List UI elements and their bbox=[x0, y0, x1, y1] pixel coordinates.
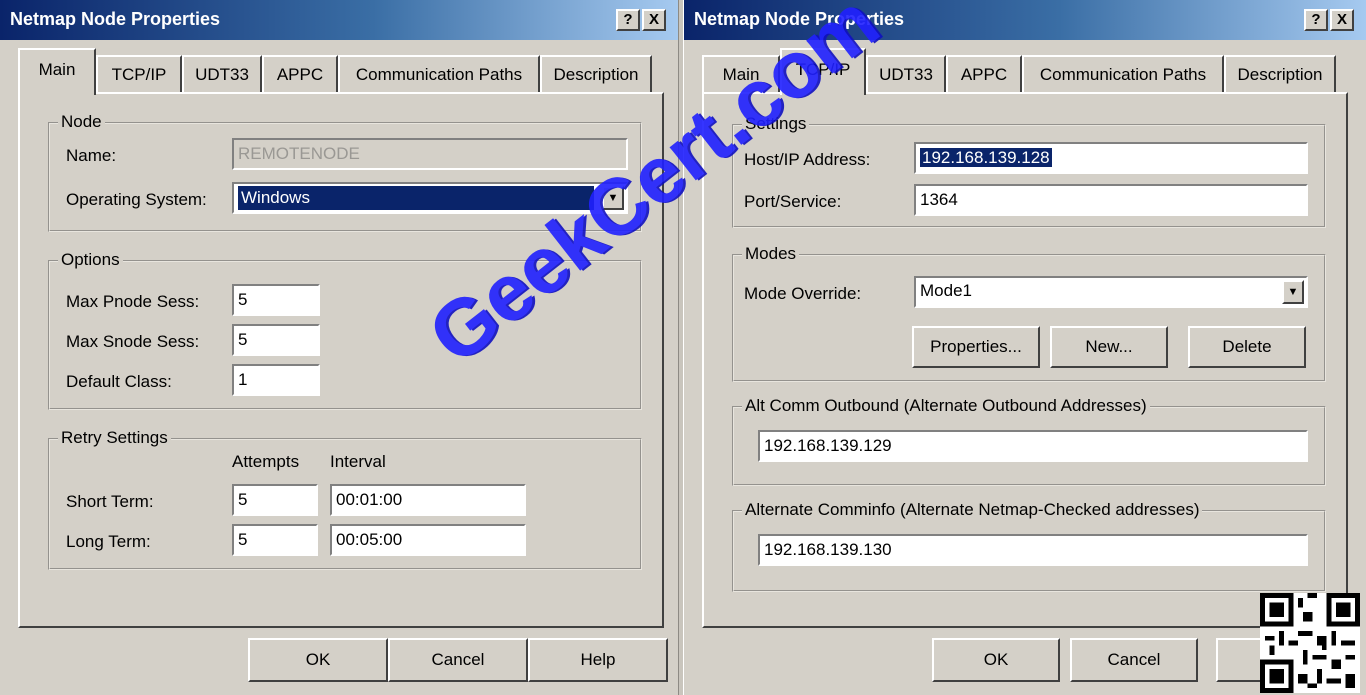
chevron-down-icon[interactable]: ▼ bbox=[1282, 280, 1304, 304]
host-ip-field[interactable]: 192.168.139.128 bbox=[914, 142, 1308, 174]
tab-udt33[interactable]: UDT33 bbox=[182, 55, 262, 93]
retry-settings-group: Retry Settings Attempts Interval Short T… bbox=[48, 428, 642, 570]
tab-udt33[interactable]: UDT33 bbox=[866, 55, 946, 93]
right-dialog: Netmap Node Properties ? X Main TCP/IP U… bbox=[684, 0, 1366, 695]
alt-comm-outbound-group: Alt Comm Outbound (Alternate Outbound Ad… bbox=[732, 396, 1326, 486]
long-interval-field[interactable]: 00:05:00 bbox=[330, 524, 526, 556]
long-term-label: Long Term: bbox=[66, 532, 151, 551]
options-group-label: Options bbox=[58, 250, 123, 270]
title-bar: Netmap Node Properties ? X bbox=[0, 0, 678, 40]
attempts-header: Attempts bbox=[232, 452, 300, 471]
dialog-title: Netmap Node Properties bbox=[10, 9, 221, 29]
chevron-down-icon[interactable]: ▼ bbox=[602, 186, 624, 210]
long-attempts-field[interactable]: 5 bbox=[232, 524, 318, 556]
modes-group-label: Modes bbox=[742, 244, 800, 264]
retry-group-label: Retry Settings bbox=[58, 428, 171, 448]
max-snode-field[interactable]: 5 bbox=[232, 324, 320, 356]
cancel-button[interactable]: Cancel bbox=[1070, 638, 1198, 682]
tab-panel-tcp-ip: Settings Host/IP Address: 192.168.139.12… bbox=[702, 92, 1348, 628]
delete-button[interactable]: Delete bbox=[1188, 326, 1306, 368]
tab-communication-paths[interactable]: Communication Paths bbox=[338, 55, 540, 93]
tab-tcp-ip[interactable]: TCP/IP bbox=[96, 55, 182, 93]
default-class-field[interactable]: 1 bbox=[232, 364, 320, 396]
dialog-title: Netmap Node Properties bbox=[694, 9, 905, 29]
max-pnode-label: Max Pnode Sess: bbox=[66, 292, 200, 311]
settings-group-label: Settings bbox=[742, 114, 810, 134]
alt-comminfo-group-label: Alternate Comminfo (Alternate Netmap-Che… bbox=[742, 500, 1203, 520]
help-button[interactable]: Help bbox=[528, 638, 668, 682]
settings-group: Settings Host/IP Address: 192.168.139.12… bbox=[732, 114, 1326, 228]
alternate-comminfo-group: Alternate Comminfo (Alternate Netmap-Che… bbox=[732, 500, 1326, 592]
short-attempts-field[interactable]: 5 bbox=[232, 484, 318, 516]
node-group-label: Node bbox=[58, 112, 105, 132]
tab-appc[interactable]: APPC bbox=[262, 55, 338, 93]
os-label: Operating System: bbox=[66, 190, 207, 209]
name-field[interactable]: REMOTENODE bbox=[232, 138, 628, 170]
title-bar: Netmap Node Properties ? X bbox=[684, 0, 1366, 40]
host-label: Host/IP Address: bbox=[744, 150, 871, 169]
help-title-button[interactable]: ? bbox=[1304, 9, 1328, 31]
short-interval-field[interactable]: 00:01:00 bbox=[330, 484, 526, 516]
alt-comm-outbound-field[interactable]: 192.168.139.129 bbox=[758, 430, 1308, 462]
alternate-comminfo-field[interactable]: 192.168.139.130 bbox=[758, 534, 1308, 566]
qr-code-icon bbox=[1260, 593, 1360, 693]
port-label: Port/Service: bbox=[744, 192, 842, 211]
host-ip-value: 192.168.139.128 bbox=[920, 148, 1052, 167]
cancel-button[interactable]: Cancel bbox=[388, 638, 528, 682]
short-term-label: Short Term: bbox=[66, 492, 154, 511]
tab-communication-paths[interactable]: Communication Paths bbox=[1022, 55, 1224, 93]
left-dialog: Netmap Node Properties ? X Main TCP/IP U… bbox=[0, 0, 678, 695]
tab-description[interactable]: Description bbox=[1224, 55, 1336, 93]
close-title-button[interactable]: X bbox=[642, 9, 666, 31]
properties-button[interactable]: Properties... bbox=[912, 326, 1040, 368]
tab-appc[interactable]: APPC bbox=[946, 55, 1022, 93]
tab-tcp-ip[interactable]: TCP/IP bbox=[780, 48, 866, 95]
interval-header: Interval bbox=[330, 452, 386, 471]
os-select[interactable]: Windows ▼ bbox=[232, 182, 628, 214]
tab-main[interactable]: Main bbox=[18, 48, 96, 95]
alt-comm-group-label: Alt Comm Outbound (Alternate Outbound Ad… bbox=[742, 396, 1150, 416]
close-title-button[interactable]: X bbox=[1330, 9, 1354, 31]
ok-button[interactable]: OK bbox=[932, 638, 1060, 682]
default-class-label: Default Class: bbox=[66, 372, 172, 391]
port-field[interactable]: 1364 bbox=[914, 184, 1308, 216]
os-value: Windows bbox=[238, 186, 594, 210]
options-group: Options Max Pnode Sess: 5 Max Snode Sess… bbox=[48, 250, 642, 410]
ok-button[interactable]: OK bbox=[248, 638, 388, 682]
tab-main[interactable]: Main bbox=[702, 55, 780, 93]
name-label: Name: bbox=[66, 146, 117, 165]
help-title-button[interactable]: ? bbox=[616, 9, 640, 31]
tab-description[interactable]: Description bbox=[540, 55, 652, 93]
mode-override-value: Mode1 bbox=[920, 281, 972, 300]
node-group: Node Name: REMOTENODE Operating System: … bbox=[48, 112, 642, 232]
new-button[interactable]: New... bbox=[1050, 326, 1168, 368]
modes-group: Modes Mode Override: Mode1 ▼ Properties.… bbox=[732, 244, 1326, 382]
mode-override-label: Mode Override: bbox=[744, 284, 862, 303]
max-pnode-field[interactable]: 5 bbox=[232, 284, 320, 316]
mode-override-select[interactable]: Mode1 ▼ bbox=[914, 276, 1308, 308]
max-snode-label: Max Snode Sess: bbox=[66, 332, 200, 351]
tab-panel-main: Node Name: REMOTENODE Operating System: … bbox=[18, 92, 664, 628]
